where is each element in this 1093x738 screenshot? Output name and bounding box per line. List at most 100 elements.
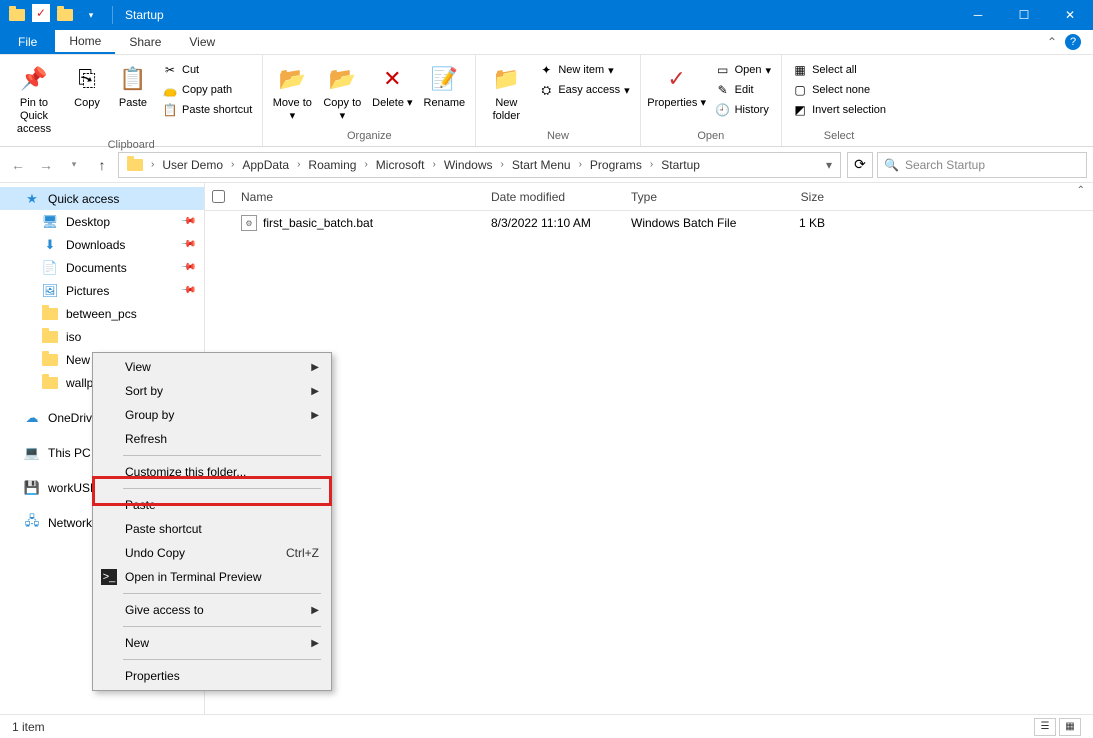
file-row[interactable]: ⚙first_basic_batch.bat 8/3/2022 11:10 AM…: [205, 211, 1093, 235]
pin-icon: 📌: [179, 236, 196, 253]
tab-file[interactable]: File: [0, 30, 55, 54]
address-dropdown-icon[interactable]: ▾: [822, 158, 836, 172]
nav-pictures[interactable]: 🖼Pictures📌: [0, 279, 204, 302]
select-all-checkbox[interactable]: [212, 190, 225, 203]
nav-between-pcs[interactable]: between_pcs: [0, 302, 204, 325]
breadcrumb-item[interactable]: Startup: [657, 156, 704, 174]
tab-share[interactable]: Share: [115, 30, 175, 54]
col-size[interactable]: Size: [753, 190, 833, 204]
copy-path-button[interactable]: 👝Copy path: [158, 81, 256, 99]
ctx-paste[interactable]: Paste: [95, 493, 329, 517]
ctx-view[interactable]: View▶: [95, 355, 329, 379]
pin-icon: 📌: [18, 63, 50, 95]
nav-downloads[interactable]: ⬇Downloads📌: [0, 233, 204, 256]
nav-quick-access[interactable]: ★Quick access: [0, 187, 204, 210]
folder-icon: [42, 329, 58, 345]
breadcrumb-item[interactable]: User Demo: [158, 156, 227, 174]
back-button[interactable]: ←: [6, 153, 30, 177]
invert-selection-button[interactable]: ◩Invert selection: [788, 101, 890, 119]
refresh-button[interactable]: ⟳: [847, 152, 873, 178]
pin-icon: 📌: [179, 259, 196, 276]
easy-access-button[interactable]: ⛭Easy access ▾: [534, 81, 633, 99]
view-large-button[interactable]: ▦: [1059, 718, 1081, 736]
collapse-column-icon[interactable]: ⌃: [1077, 185, 1085, 196]
col-name[interactable]: Name: [233, 190, 483, 204]
help-icon[interactable]: ?: [1065, 34, 1081, 50]
desktop-icon: 🖥: [42, 214, 58, 230]
group-organize-label: Organize: [269, 128, 469, 144]
delete-button[interactable]: ✕ Delete ▾: [369, 59, 415, 110]
breadcrumb-root-icon[interactable]: [123, 157, 147, 173]
nav-documents[interactable]: 📄Documents📌: [0, 256, 204, 279]
ctx-group-by[interactable]: Group by▶: [95, 403, 329, 427]
item-count: 1 item: [12, 720, 45, 734]
ctx-undo-copy[interactable]: Undo CopyCtrl+Z: [95, 541, 329, 565]
qat-folder-icon[interactable]: [6, 4, 28, 26]
file-size: 1 KB: [753, 216, 833, 230]
breadcrumb-item[interactable]: Microsoft: [372, 156, 429, 174]
chevron-right-icon[interactable]: ›: [149, 159, 156, 170]
move-to-button[interactable]: 📂 Move to ▾: [269, 59, 315, 123]
file-date: 8/3/2022 11:10 AM: [483, 216, 623, 230]
cloud-icon: ☁: [24, 410, 40, 426]
ctx-give-access[interactable]: Give access to▶: [95, 598, 329, 622]
close-button[interactable]: ✕: [1047, 0, 1093, 30]
qat-dropdown-icon[interactable]: ▾: [80, 4, 102, 26]
maximize-button[interactable]: ☐: [1001, 0, 1047, 30]
copy-button[interactable]: ⎘ Copy: [66, 59, 108, 110]
ctx-refresh[interactable]: Refresh: [95, 427, 329, 451]
pin-to-quick-access-button[interactable]: 📌 Pin to Quick access: [6, 59, 62, 137]
nav-desktop[interactable]: 🖥Desktop📌: [0, 210, 204, 233]
pin-icon: 📌: [179, 213, 196, 230]
search-input[interactable]: 🔍 Search Startup: [877, 152, 1087, 178]
chevron-right-icon: ▶: [311, 638, 319, 649]
qat-checkbox-icon[interactable]: ✓: [32, 4, 50, 22]
group-new-label: New: [482, 128, 633, 144]
recent-dropdown[interactable]: ▾: [62, 153, 86, 177]
network-icon: 🖧: [24, 515, 40, 531]
ctx-paste-shortcut[interactable]: Paste shortcut: [95, 517, 329, 541]
rename-button[interactable]: 📝 Rename: [419, 59, 469, 110]
view-details-button[interactable]: ☰: [1034, 718, 1056, 736]
open-button[interactable]: ▭Open ▾: [711, 61, 775, 79]
window-title: Startup: [117, 8, 164, 22]
forward-button[interactable]: →: [34, 153, 58, 177]
breadcrumb-item[interactable]: Roaming: [304, 156, 360, 174]
breadcrumb-item[interactable]: Start Menu: [508, 156, 575, 174]
qat-folder2-icon[interactable]: [54, 4, 76, 26]
ctx-open-terminal[interactable]: >_Open in Terminal Preview: [95, 565, 329, 589]
select-all-button[interactable]: ▦Select all: [788, 61, 890, 79]
chevron-right-icon: ▶: [311, 410, 319, 421]
breadcrumb-item[interactable]: AppData: [238, 156, 293, 174]
col-date[interactable]: Date modified: [483, 190, 623, 204]
paste-shortcut-button[interactable]: 📋Paste shortcut: [158, 101, 256, 119]
history-button[interactable]: 🕘History: [711, 101, 775, 119]
select-none-button[interactable]: ▢Select none: [788, 81, 890, 99]
ctx-sort-by[interactable]: Sort by▶: [95, 379, 329, 403]
copypath-icon: 👝: [162, 82, 178, 98]
tab-home[interactable]: Home: [55, 30, 115, 54]
chevron-right-icon: ▶: [311, 605, 319, 616]
tab-view[interactable]: View: [175, 30, 229, 54]
collapse-ribbon-icon[interactable]: ⌃: [1047, 35, 1057, 49]
up-button[interactable]: ↑: [90, 153, 114, 177]
edit-button[interactable]: ✎Edit: [711, 81, 775, 99]
cut-button[interactable]: ✂Cut: [158, 61, 256, 79]
ctx-separator: [123, 488, 321, 489]
properties-button[interactable]: ✓ Properties ▾: [647, 59, 707, 110]
new-folder-button[interactable]: 📁 New folder: [482, 59, 530, 123]
col-type[interactable]: Type: [623, 190, 753, 204]
nav-iso[interactable]: iso: [0, 325, 204, 348]
copy-to-button[interactable]: 📂 Copy to ▾: [319, 59, 365, 123]
minimize-button[interactable]: ─: [955, 0, 1001, 30]
ctx-properties[interactable]: Properties: [95, 664, 329, 688]
new-item-button[interactable]: ✦New item ▾: [534, 61, 633, 79]
ctx-separator: [123, 455, 321, 456]
status-bar: 1 item ☰ ▦: [0, 714, 1093, 738]
paste-button[interactable]: 📋 Paste: [112, 59, 154, 110]
breadcrumb-box[interactable]: › User Demo› AppData› Roaming› Microsoft…: [118, 152, 841, 178]
ctx-new[interactable]: New▶: [95, 631, 329, 655]
breadcrumb-item[interactable]: Windows: [440, 156, 497, 174]
ctx-customize[interactable]: Customize this folder...: [95, 460, 329, 484]
breadcrumb-item[interactable]: Programs: [586, 156, 646, 174]
